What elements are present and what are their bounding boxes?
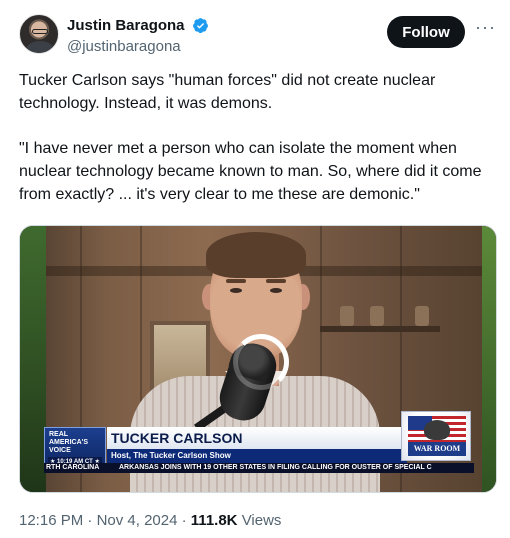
author-info: Justin Baragona @justinbaragona (67, 16, 209, 56)
ticker-item: RTH CAROLINA (46, 464, 100, 471)
chyron-title: Host, The Tucker Carlson Show (107, 449, 407, 463)
news-ticker: RTH CAROLINA ARKANSAS JOINS WITH 19 OTHE… (44, 463, 474, 473)
avatar-shirt (26, 41, 54, 53)
tweet-paragraph: Tucker Carlson says "human forces" did n… (19, 72, 436, 112)
views-count[interactable]: 111.8K (191, 512, 238, 529)
show-logo-text: WAR ROOM (408, 442, 466, 456)
chyron-name: TUCKER CARLSON (107, 427, 407, 449)
shelf-jar (415, 306, 429, 326)
tweet-meta: 12:16 PM · Nov 4, 2024 · 111.8K Views (19, 512, 281, 529)
verified-badge-icon (193, 18, 208, 34)
shelf-jar (370, 306, 384, 326)
ticker-item: ARKANSAS JOINS WITH 19 OTHER STATES IN F… (118, 464, 432, 471)
network-logo-text: REAL AMERICA'S VOICE (49, 431, 88, 454)
tweet-header: Justin Baragona @justinbaragona Follow ·… (19, 14, 499, 58)
background-shelf (320, 326, 440, 332)
person-eye (230, 288, 242, 293)
eagle-icon (424, 420, 450, 440)
foliage-left (20, 226, 46, 492)
loading-spinner-icon (233, 334, 289, 390)
author-avatar[interactable] (19, 14, 59, 54)
news-chyron: REAL AMERICA'S VOICE ★ 10:19 AM CT ★ TUC… (44, 411, 474, 473)
person-eye (270, 288, 282, 293)
tweet-date[interactable]: Nov 4, 2024 (97, 512, 178, 529)
more-options-icon[interactable]: ··· (475, 18, 495, 36)
avatar-glasses (32, 29, 48, 34)
person-brow (266, 279, 286, 283)
person-brow (226, 279, 246, 283)
foliage-right (482, 226, 496, 492)
tweet-paragraph: "I have never met a person who can isola… (19, 140, 482, 203)
shelf-jar (340, 306, 354, 326)
video-player[interactable]: REAL AMERICA'S VOICE ★ 10:19 AM CT ★ TUC… (19, 225, 497, 493)
meta-separator: · (87, 512, 93, 529)
person-hair (206, 232, 306, 278)
follow-button[interactable]: Follow (387, 16, 465, 48)
tweet-text: Tucker Carlson says "human forces" did n… (19, 69, 499, 206)
author-handle[interactable]: @justinbaragona (67, 37, 209, 56)
author-display-name[interactable]: Justin Baragona (67, 16, 185, 35)
tweet-time[interactable]: 12:16 PM (19, 512, 83, 529)
views-label: Views (241, 512, 282, 529)
meta-separator: · (181, 512, 187, 529)
show-logo: WAR ROOM (401, 411, 471, 461)
